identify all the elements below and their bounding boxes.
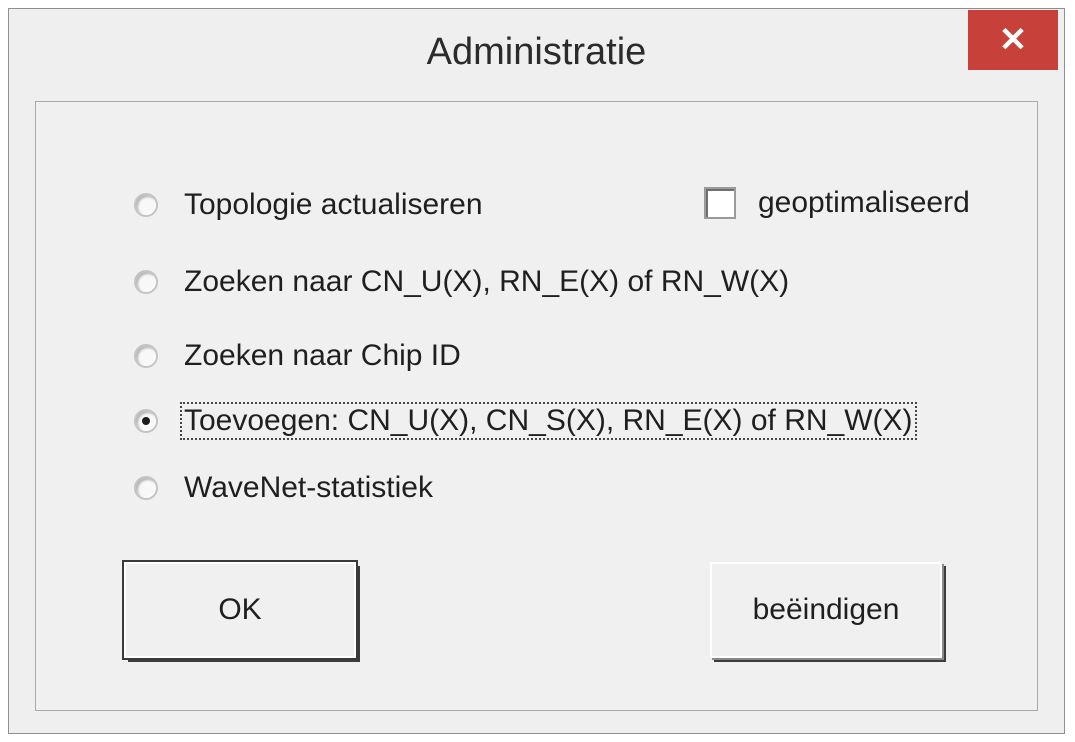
radio-option-topologie[interactable]: Topologie actualiseren — [134, 183, 487, 227]
radio-label: Zoeken naar CN_U(X), RN_E(X) of RN_W(X) — [184, 265, 790, 298]
radio-button[interactable] — [134, 193, 158, 217]
radio-option-zoeken-cn[interactable]: Zoeken naar CN_U(X), RN_E(X) of RN_W(X) — [134, 260, 793, 304]
ok-button-label: OK — [218, 593, 262, 626]
radio-button-selected[interactable] — [134, 409, 158, 433]
close-button[interactable]: ✕ — [968, 10, 1058, 70]
dialog-window: Administratie ✕ Topologie actualiseren g… — [8, 8, 1065, 734]
end-button-label: beëindigen — [752, 593, 900, 626]
window-title: Administratie — [426, 31, 647, 73]
optimized-checkbox-label: geoptimaliseerd — [758, 186, 970, 219]
radio-option-wavenet[interactable]: WaveNet-statistiek — [134, 466, 437, 510]
radio-button[interactable] — [134, 476, 158, 500]
optimized-checkbox[interactable] — [704, 187, 736, 219]
radio-option-zoeken-chip[interactable]: Zoeken naar Chip ID — [134, 334, 465, 378]
radio-button[interactable] — [134, 270, 158, 294]
dialog-content: Topologie actualiseren geoptimaliseerd Z… — [35, 101, 1038, 711]
radio-label: WaveNet-statistiek — [184, 471, 433, 504]
close-icon: ✕ — [998, 21, 1028, 59]
title-bar[interactable]: Administratie ✕ — [9, 9, 1064, 101]
radio-label: Topologie actualiseren — [184, 188, 483, 221]
radio-option-toevoegen[interactable]: Toevoegen: CN_U(X), CN_S(X), RN_E(X) of … — [134, 399, 917, 443]
radio-label: Zoeken naar Chip ID — [184, 339, 461, 372]
radio-label: Toevoegen: CN_U(X), CN_S(X), RN_E(X) of … — [180, 402, 917, 440]
end-button[interactable]: beëindigen — [710, 562, 942, 658]
ok-button[interactable]: OK — [122, 560, 358, 660]
radio-button[interactable] — [134, 344, 158, 368]
